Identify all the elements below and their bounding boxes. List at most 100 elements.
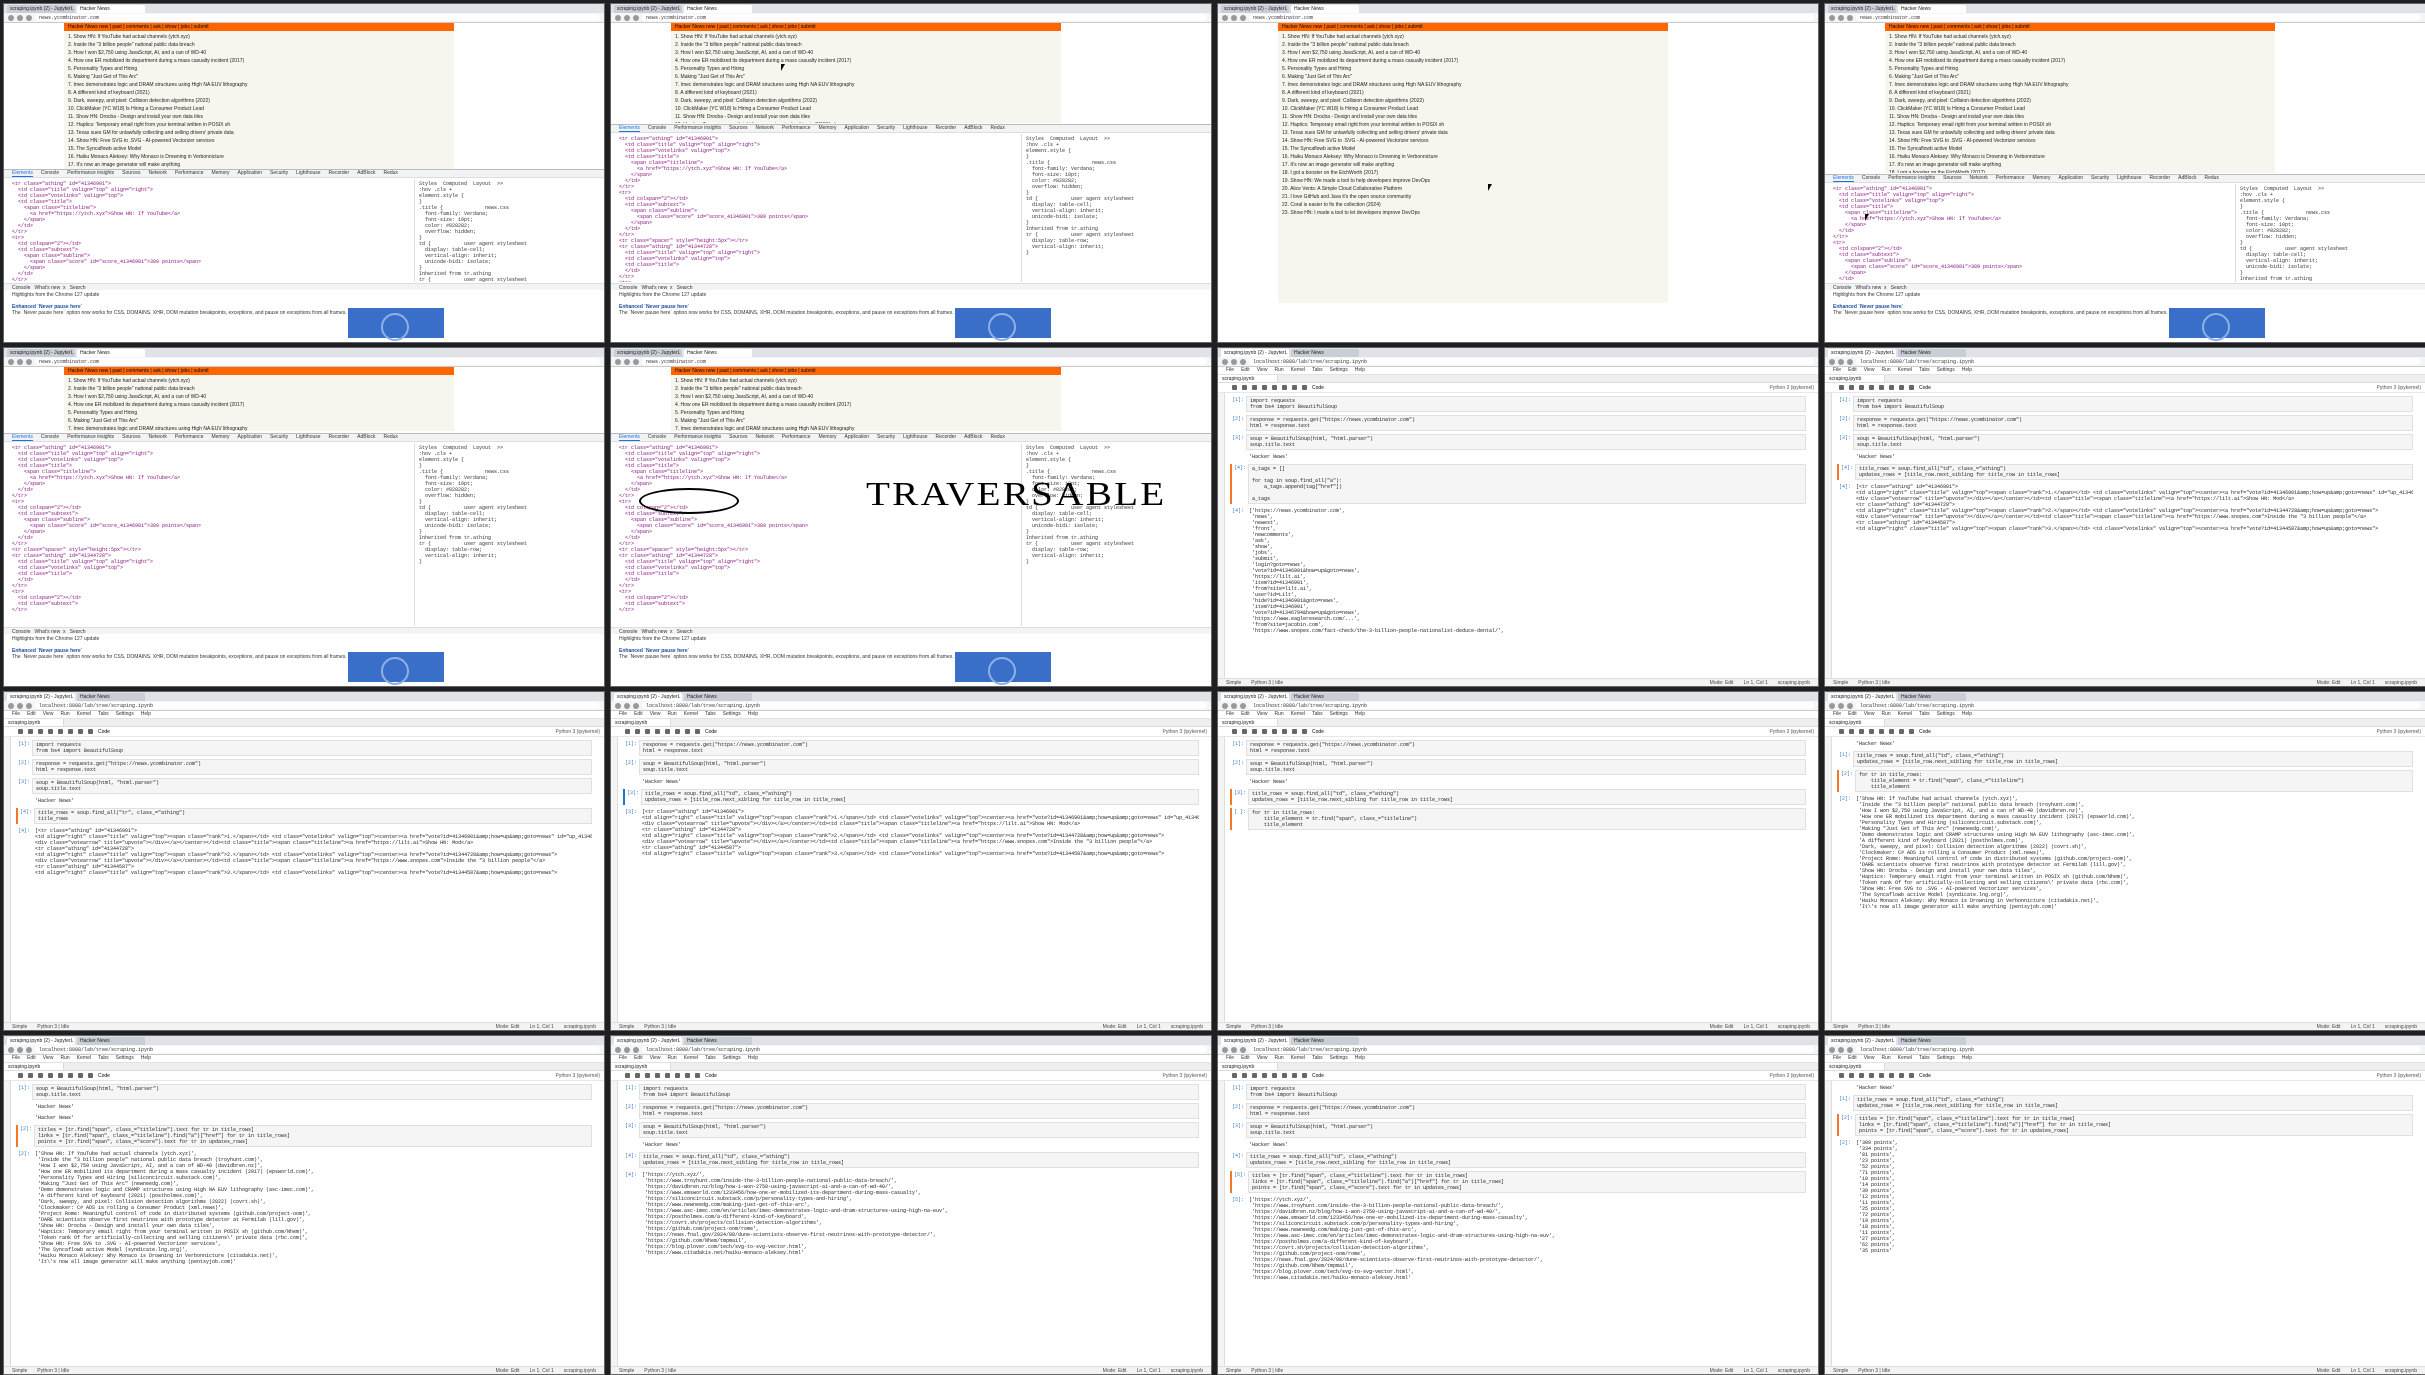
cell-code[interactable]: title_rows = soup.find_all("td", class_=… — [641, 789, 1199, 805]
menu-item[interactable]: Kernel — [684, 1055, 698, 1062]
hn-story-link[interactable]: 12. Haptics: Temporary email right from … — [1889, 121, 2271, 129]
cell-code[interactable]: import requests from bs4 import Beautifu… — [639, 1084, 1199, 1100]
code-cell[interactable]: [1]: title_rows = soup.find_all("td", cla… — [1837, 751, 2413, 767]
devtools-tab[interactable]: Performance insights — [67, 434, 114, 441]
forward-icon[interactable] — [1838, 358, 1844, 365]
add-cell-icon[interactable] — [1849, 729, 1854, 734]
browser-tab-notebook[interactable]: scraping.ipynb (2) - JupyterL — [1828, 1036, 1896, 1045]
menu-item[interactable]: File — [1226, 1055, 1234, 1062]
cell-code[interactable]: for tr in title_rows: title_element = tr… — [1855, 770, 2413, 792]
devtools-tab[interactable]: Security — [877, 434, 895, 441]
hn-story-link[interactable]: 19. Show HN: We made a tool to help deve… — [1282, 177, 1664, 185]
add-cell-icon[interactable] — [1242, 1073, 1247, 1078]
copy-icon[interactable] — [1869, 1073, 1874, 1078]
devtools-tab[interactable]: Performance — [175, 434, 204, 441]
code-cell[interactable]: [4]: title_rows = soup.find_all("tr", cla… — [16, 808, 592, 824]
hn-story-link[interactable]: 16. Haiku Monaco Aleksey: Why Monaco is … — [68, 153, 450, 161]
notebook-file-tab[interactable]: scraping.ipynb — [1825, 719, 1885, 726]
copy-icon[interactable] — [1869, 729, 1874, 734]
browser-tab-notebook[interactable]: scraping.ipynb (2) - JupyterL — [614, 4, 682, 13]
status-mode-toggle[interactable]: Simple — [1833, 1024, 1848, 1030]
hn-story-link[interactable]: 8. A different kind of keyboard (2021) — [675, 89, 1057, 97]
menu-item[interactable]: Run — [667, 1055, 676, 1062]
devtools-tab[interactable]: Security — [2091, 175, 2109, 182]
copy-icon[interactable] — [655, 729, 660, 734]
menu-item[interactable]: Help — [1962, 367, 1972, 374]
code-cell[interactable]: [4]: title_rows = soup.find_all("td", cla… — [1230, 1152, 1806, 1168]
styles-pane[interactable]: Styles Computed Layout >> :hov .cls + el… — [1021, 443, 1211, 626]
hn-story-link[interactable]: 2. Inside the "3 billion people" nationa… — [675, 385, 1057, 393]
hn-story-link[interactable]: 11. Show HN: Drocba - Design and install… — [68, 113, 450, 121]
hn-story-link[interactable]: 5. Personality Types and Hiring — [68, 409, 450, 417]
cut-icon[interactable] — [38, 1073, 43, 1078]
cut-icon[interactable] — [1859, 385, 1864, 390]
url-input[interactable]: localhost:8888/lab/tree/scraping.ipynb — [35, 702, 600, 709]
cut-icon[interactable] — [645, 729, 650, 734]
paste-icon[interactable] — [1879, 1073, 1884, 1078]
browser-tab-notebook[interactable]: scraping.ipynb (2) - JupyterL — [1221, 692, 1289, 701]
hn-story-link[interactable]: 9. Dark, sweepy, and pixel: Collision de… — [68, 97, 450, 105]
add-cell-icon[interactable] — [1242, 729, 1247, 734]
menu-item[interactable]: View — [1864, 1055, 1875, 1062]
cell-code[interactable]: import requests from bs4 import Beautifu… — [1246, 1084, 1806, 1100]
reload-icon[interactable] — [1847, 14, 1853, 21]
browser-tab-hn[interactable]: Hacker News — [684, 1036, 752, 1045]
hn-story-link[interactable]: 16. Haiku Monaco Aleksey: Why Monaco is … — [1282, 153, 1664, 161]
run-icon[interactable] — [1282, 729, 1287, 734]
code-cell[interactable]: [3]: soup = BeautifulSoup(html, "html.par… — [1230, 1122, 1806, 1138]
copy-icon[interactable] — [1262, 729, 1267, 734]
cell-code[interactable]: title_rows = soup.find_all("td", class_=… — [639, 1152, 1199, 1168]
browser-tab-notebook[interactable]: scraping.ipynb (2) - JupyterL — [614, 1036, 682, 1045]
devtools-tab[interactable]: Sources — [122, 170, 140, 177]
devtools-tab[interactable]: Recorder — [329, 170, 350, 177]
back-icon[interactable] — [1829, 702, 1835, 709]
hn-story-link[interactable]: 10. ClickMaker (YC W18) Is Hiring a Cons… — [675, 105, 1057, 113]
paste-icon[interactable] — [1879, 729, 1884, 734]
hn-story-link[interactable]: 2. Inside the "3 billion people" nationa… — [68, 41, 450, 49]
hn-story-link[interactable]: 7. Imec demonstrates logic and DRAM stru… — [675, 81, 1057, 89]
cell-code[interactable]: a_tags = [] for tag in soup.find_all("a"… — [1248, 464, 1806, 504]
menu-item[interactable]: Help — [1355, 711, 1365, 718]
stop-icon[interactable] — [1899, 1073, 1904, 1078]
menu-item[interactable]: Tabs — [1919, 1055, 1930, 1062]
cell-code[interactable]: response = requests.get("https://news.yc… — [1853, 415, 2413, 431]
hn-story-link[interactable]: 6. Making "Just Get of This Arc" — [675, 73, 1057, 81]
devtools-tab[interactable]: Performance — [175, 170, 204, 177]
restart-icon[interactable] — [1909, 729, 1914, 734]
save-icon[interactable] — [1232, 729, 1237, 734]
hn-story-link[interactable]: 5. Personality Types and Hiring — [68, 65, 450, 73]
devtools-tab[interactable]: Lighthouse — [903, 125, 927, 132]
menu-item[interactable]: View — [1864, 367, 1875, 374]
cut-icon[interactable] — [1859, 1073, 1864, 1078]
hn-story-link[interactable]: 13. Texas sues GM for unlawfully collect… — [1889, 129, 2271, 137]
hn-header[interactable]: Hacker News new | past | comments | ask … — [1278, 23, 1668, 31]
devtools-tab[interactable]: Recorder — [936, 434, 957, 441]
url-input[interactable]: news.ycombinator.com — [1249, 14, 1814, 21]
back-icon[interactable] — [1222, 1046, 1228, 1053]
cut-icon[interactable] — [38, 729, 43, 734]
hn-story-link[interactable]: 18. I got a booster on the EtchWorth (20… — [1889, 169, 2271, 173]
menu-item[interactable]: File — [619, 1055, 627, 1062]
cut-icon[interactable] — [1252, 729, 1257, 734]
code-cell[interactable]: [2]: for tr in title_rows: title_element … — [1837, 770, 2413, 792]
devtools-tab[interactable]: Security — [877, 125, 895, 132]
devtools-tab[interactable]: Application — [238, 170, 262, 177]
save-icon[interactable] — [1839, 729, 1844, 734]
paste-icon[interactable] — [1272, 729, 1277, 734]
code-cell[interactable]: [1]: response = requests.get("https://new… — [623, 740, 1199, 756]
cell-type-select[interactable]: Code — [98, 729, 110, 735]
devtools-tab[interactable]: Console — [41, 434, 59, 441]
cell-code[interactable]: soup = BeautifulSoup(html, "html.parser"… — [639, 759, 1199, 775]
browser-tab-notebook[interactable]: scraping.ipynb (2) - JupyterL — [614, 348, 682, 357]
code-cell[interactable]: [1]: import requests from bs4 import Beau… — [623, 1084, 1199, 1100]
stop-icon[interactable] — [1292, 385, 1297, 390]
code-cell[interactable]: [2]: response = requests.get("https://new… — [1230, 415, 1806, 431]
hn-story-link[interactable]: 6. Making "Just Get of This Arc" — [675, 417, 1057, 425]
cell-type-select[interactable]: Code — [98, 1073, 110, 1079]
menu-item[interactable]: View — [1864, 711, 1875, 718]
url-input[interactable]: news.ycombinator.com — [642, 14, 1207, 21]
menu-item[interactable]: Kernel — [1291, 1055, 1305, 1062]
menu-item[interactable]: Settings — [116, 711, 134, 718]
menu-item[interactable]: Edit — [1848, 711, 1857, 718]
devtools-tab[interactable]: Performance insights — [1888, 175, 1935, 182]
